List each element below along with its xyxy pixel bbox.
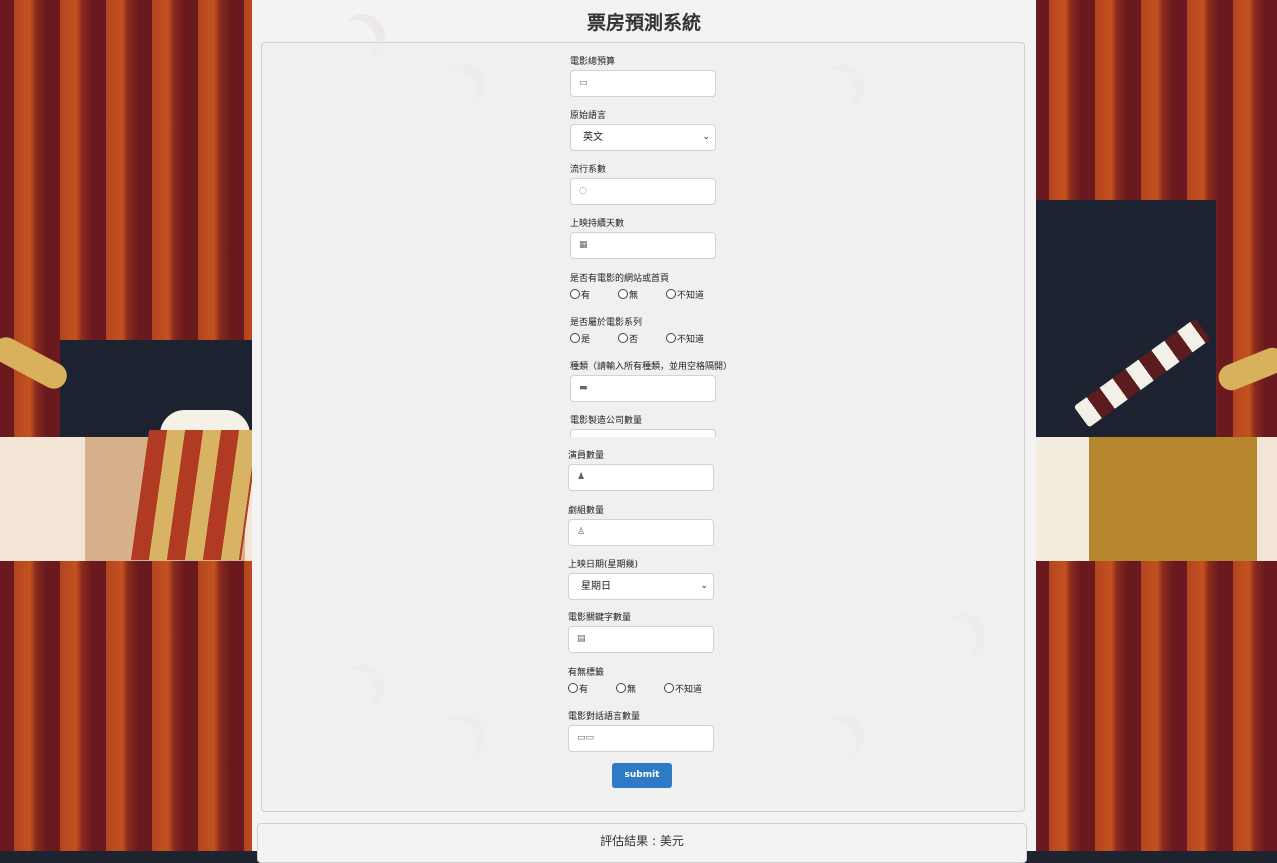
- chevron-down-icon: ⌄: [702, 132, 710, 142]
- homepage-field: 是否有電影的網站或首頁 有 無 不知道: [570, 271, 810, 301]
- collection-field: 是否屬於電影系列 是 否 不知道: [570, 315, 810, 345]
- collection-option-unknown[interactable]: 不知道: [666, 332, 714, 345]
- release-weekday-field: 上映日期(星期幾) 星期日 ⌄: [568, 557, 808, 600]
- radio-button[interactable]: [618, 333, 628, 343]
- crew-input[interactable]: ♙: [568, 519, 714, 546]
- runtime-days-label: 上映持續天數: [570, 219, 625, 229]
- crew-label: 劇組數量: [568, 506, 605, 516]
- budget-label: 電影總預算: [570, 57, 616, 67]
- homepage-option-yes[interactable]: 有: [570, 288, 618, 301]
- spoken-languages-input[interactable]: ▭▭: [568, 725, 714, 752]
- companies-label: 電影製造公司數量: [570, 416, 643, 426]
- user-tie-icon: ♙: [577, 527, 586, 537]
- result-card: 評估結果 : 美元: [257, 823, 1027, 863]
- release-weekday-label: 上映日期(星期幾): [568, 560, 639, 570]
- calendar-icon: ▦: [579, 240, 588, 250]
- tagline-radio-group: 有 無 不知道: [568, 681, 808, 695]
- submit-button[interactable]: submit: [612, 763, 672, 788]
- homepage-label: 是否有電影的網站或首頁: [570, 274, 670, 284]
- keywords-field: 電影關鍵字數量 ▤: [568, 610, 808, 653]
- cast-field: 演員數量 ♟: [568, 448, 808, 491]
- runtime-days-input[interactable]: ▦: [570, 232, 716, 259]
- companies-input[interactable]: [570, 429, 716, 437]
- release-weekday-select[interactable]: 星期日 ⌄: [568, 573, 714, 600]
- cast-input[interactable]: ♟: [568, 464, 714, 491]
- budget-input[interactable]: ▭: [570, 70, 716, 97]
- popularity-input[interactable]: ◌: [570, 178, 716, 205]
- money-icon: ▭: [579, 78, 588, 88]
- tagline-field: 有無標籤 有 無 不知道: [568, 665, 808, 695]
- stage-shadow-right: [1036, 200, 1216, 440]
- collection-option-yes[interactable]: 是: [570, 332, 618, 345]
- tagline-label: 有無標籤: [568, 668, 605, 678]
- crew-field: 劇組數量 ♙: [568, 503, 808, 546]
- collection-label: 是否屬於電影系列: [570, 318, 643, 328]
- popularity-field: 流行系數 ◌: [570, 162, 810, 205]
- budget-field: 電影總預算 ▭: [570, 54, 810, 97]
- popularity-label: 流行系數: [570, 165, 607, 175]
- runtime-days-field: 上映持續天數 ▦: [570, 216, 810, 259]
- file-icon: ▤: [577, 634, 586, 644]
- page-title: 票房預測系統: [586, 12, 701, 34]
- radio-button[interactable]: [568, 683, 578, 693]
- tagline-option-unknown[interactable]: 不知道: [664, 682, 712, 695]
- keywords-label: 電影關鍵字數量: [568, 613, 632, 623]
- chevron-down-icon: ⌄: [700, 581, 708, 591]
- genres-input[interactable]: ▬: [570, 375, 716, 402]
- comment-icon: ◌: [579, 186, 587, 196]
- language-selected-value: 英文: [583, 132, 603, 143]
- radio-button[interactable]: [570, 289, 580, 299]
- radio-button[interactable]: [666, 333, 676, 343]
- cast-label: 演員數量: [568, 451, 605, 461]
- companies-field: 電影製造公司數量: [570, 413, 810, 437]
- radio-button[interactable]: [570, 333, 580, 343]
- clapper-base-illustration: [1017, 437, 1257, 561]
- result-text: 評估結果 : 美元: [600, 834, 684, 848]
- homepage-option-unknown[interactable]: 不知道: [666, 288, 714, 301]
- spoken-languages-label: 電影對話語言數量: [568, 712, 641, 722]
- radio-button[interactable]: [666, 289, 676, 299]
- radio-button[interactable]: [618, 289, 628, 299]
- language-icon: ▭▭: [577, 733, 595, 743]
- tagline-option-no[interactable]: 無: [616, 682, 664, 695]
- popcorn-bucket-illustration: [130, 430, 260, 560]
- folder-icon: ▬: [579, 383, 588, 393]
- genres-label: 種類（請輸入所有種類，並用空格隔開）: [570, 362, 733, 372]
- language-select[interactable]: 英文 ⌄: [570, 124, 716, 151]
- release-weekday-selected-value: 星期日: [581, 581, 611, 592]
- tagline-option-yes[interactable]: 有: [568, 682, 616, 695]
- keywords-input[interactable]: ▤: [568, 626, 714, 653]
- genres-field: 種類（請輸入所有種類，並用空格隔開） ▬: [570, 359, 810, 402]
- homepage-radio-group: 有 無 不知道: [570, 287, 810, 301]
- language-field: 原始語言 英文 ⌄: [570, 108, 810, 151]
- radio-button[interactable]: [616, 683, 626, 693]
- language-label: 原始語言: [570, 111, 607, 121]
- radio-button[interactable]: [664, 683, 674, 693]
- spoken-languages-field: 電影對話語言數量 ▭▭: [568, 709, 808, 752]
- person-icon: ♟: [577, 472, 586, 482]
- collection-radio-group: 是 否 不知道: [570, 331, 810, 345]
- collection-option-no[interactable]: 否: [618, 332, 666, 345]
- homepage-option-no[interactable]: 無: [618, 288, 666, 301]
